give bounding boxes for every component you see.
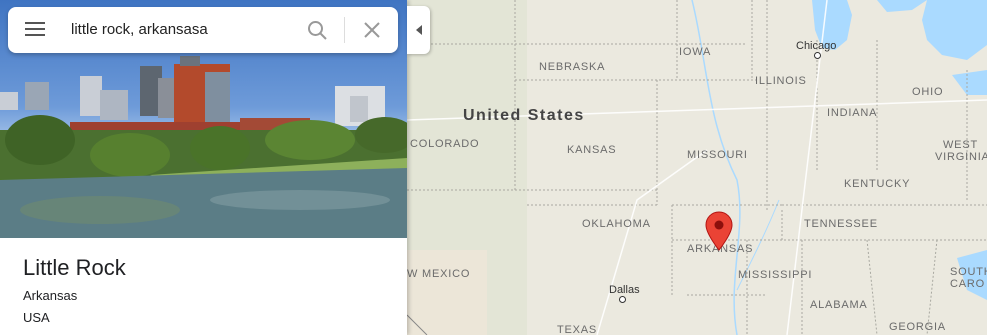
place-title: Little Rock <box>23 255 126 280</box>
state-label-ohio: OHIO <box>912 86 944 98</box>
state-label-south-carolina-2: CARO <box>950 278 985 290</box>
search-input[interactable]: little rock, arkansasa <box>71 21 208 38</box>
state-label-kentucky: KENTUCKY <box>844 178 911 190</box>
search-divider <box>344 17 345 43</box>
collapse-panel-button[interactable] <box>407 6 430 54</box>
state-label-west-virginia-2: VIRGINIA <box>935 151 987 163</box>
location-pin-icon[interactable] <box>705 211 733 251</box>
state-label-kansas: KANSAS <box>567 144 617 156</box>
state-label-alabama: ALABAMA <box>810 299 868 311</box>
country-label: United States <box>463 107 585 124</box>
state-label-south-carolina-1: SOUTH <box>950 266 987 278</box>
state-label-nebraska: NEBRASKA <box>539 61 606 73</box>
menu-icon[interactable] <box>25 22 45 38</box>
state-label-oklahoma: OKLAHOMA <box>582 218 651 230</box>
search-icon[interactable] <box>307 20 328 41</box>
search-box: little rock, arkansasa <box>8 7 398 53</box>
chevron-left-icon <box>415 25 422 35</box>
state-label-colorado: COLORADO <box>410 138 480 150</box>
map-canvas[interactable]: United States IOWA NEBRASKA ILLINOIS IND… <box>407 0 987 335</box>
state-label-illinois: ILLINOIS <box>755 75 807 87</box>
lake-erie <box>922 0 987 60</box>
state-label-indiana: INDIANA <box>827 107 878 119</box>
state-label-mississippi: MISSISSIPPI <box>738 269 813 281</box>
close-icon[interactable] <box>363 21 381 39</box>
state-label-iowa: IOWA <box>679 46 712 58</box>
state-label-missouri: MISSOURI <box>687 149 748 161</box>
state-label-new-mexico: W MEXICO <box>407 268 471 280</box>
city-dot-chicago[interactable] <box>814 52 821 59</box>
city-label-chicago[interactable]: Chicago <box>796 40 836 52</box>
place-region: Arkansas <box>23 288 78 303</box>
place-country: USA <box>23 310 50 325</box>
state-label-georgia: GEORGIA <box>889 321 946 333</box>
city-label-dallas[interactable]: Dallas <box>609 284 640 296</box>
state-label-west-virginia-1: WEST <box>943 139 978 151</box>
state-label-texas: TEXAS <box>557 324 598 335</box>
city-dot-dallas[interactable] <box>619 296 626 303</box>
state-label-tennessee: TENNESSEE <box>804 218 878 230</box>
